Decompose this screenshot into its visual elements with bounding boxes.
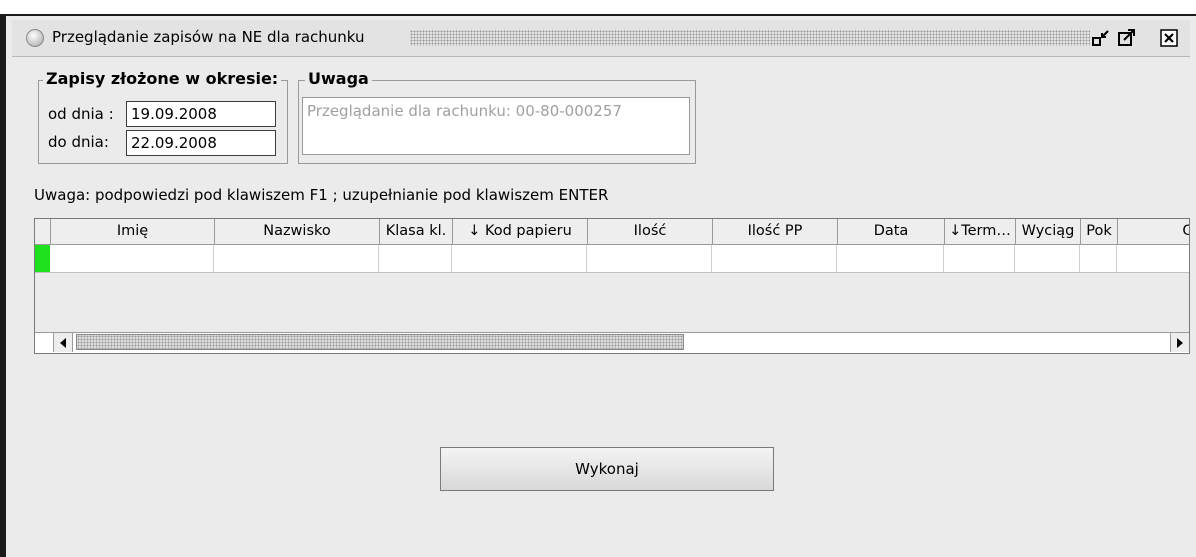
records-table[interactable]: Imię Nazwisko Klasa kl. ↓ Kod papieru Il… <box>34 218 1190 354</box>
to-date-input[interactable] <box>126 130 276 156</box>
scrollbar-thumb[interactable] <box>76 334 684 350</box>
table-cell[interactable] <box>1015 245 1080 272</box>
column-header-pok[interactable]: Pok <box>1081 219 1118 244</box>
table-cell[interactable] <box>379 245 452 272</box>
window-title: Przeglądanie zapisów na NE dla rachunku <box>52 28 365 46</box>
horizontal-scrollbar[interactable] <box>35 332 1189 353</box>
table-cell[interactable] <box>452 245 587 272</box>
table-cell[interactable] <box>50 245 214 272</box>
table-cell[interactable] <box>587 245 712 272</box>
table-cell[interactable] <box>214 245 379 272</box>
column-header-termin[interactable]: ↓Term… <box>945 219 1016 244</box>
maximize-icon[interactable] <box>1118 29 1136 47</box>
table-header: Imię Nazwisko Klasa kl. ↓ Kod papieru Il… <box>35 219 1189 245</box>
table-row[interactable] <box>35 245 1189 273</box>
minimize-icon[interactable] <box>1092 29 1110 47</box>
note-legend: Uwaga <box>305 69 372 88</box>
column-header-data[interactable]: Data <box>838 219 945 244</box>
table-cell[interactable] <box>944 245 1015 272</box>
note-text: Przeglądanie dla rachunku: 00-80-000257 <box>302 97 690 155</box>
column-header-wyciag[interactable]: Wyciąg <box>1016 219 1081 244</box>
to-date-label: do dnia: <box>48 133 109 151</box>
column-header-klasa[interactable]: Klasa kl. <box>380 219 453 244</box>
column-header-imie[interactable]: Imię <box>51 219 215 244</box>
column-header-ilosc-pp[interactable]: Ilość PP <box>713 219 838 244</box>
scroll-right-icon[interactable] <box>1170 333 1189 352</box>
period-legend: Zapisy złożone w okresie: <box>43 69 282 88</box>
from-date-input[interactable] <box>126 101 276 127</box>
table-cell[interactable] <box>712 245 837 272</box>
column-header-kod-papieru[interactable]: ↓ Kod papieru <box>453 219 588 244</box>
column-header-op[interactable]: Op <box>1118 219 1189 244</box>
window-menu-icon[interactable] <box>26 29 44 47</box>
scroll-left-icon[interactable] <box>53 333 73 352</box>
selected-row-marker <box>35 245 50 272</box>
close-icon[interactable] <box>1160 29 1178 47</box>
keyboard-hint: Uwaga: podpowiedzi pod klawiszem F1 ; uz… <box>34 186 609 204</box>
table-cell[interactable] <box>1080 245 1117 272</box>
header-corner <box>35 219 51 244</box>
from-date-label: od dnia : <box>48 105 114 123</box>
title-bar-grip[interactable] <box>410 30 1090 46</box>
column-header-ilosc[interactable]: Ilość <box>588 219 713 244</box>
column-header-nazwisko[interactable]: Nazwisko <box>215 219 380 244</box>
table-cell[interactable] <box>1117 245 1189 272</box>
table-cell[interactable] <box>837 245 944 272</box>
execute-button[interactable]: Wykonaj <box>440 447 774 491</box>
title-bar[interactable]: Przeglądanie zapisów na NE dla rachunku <box>12 20 1190 57</box>
